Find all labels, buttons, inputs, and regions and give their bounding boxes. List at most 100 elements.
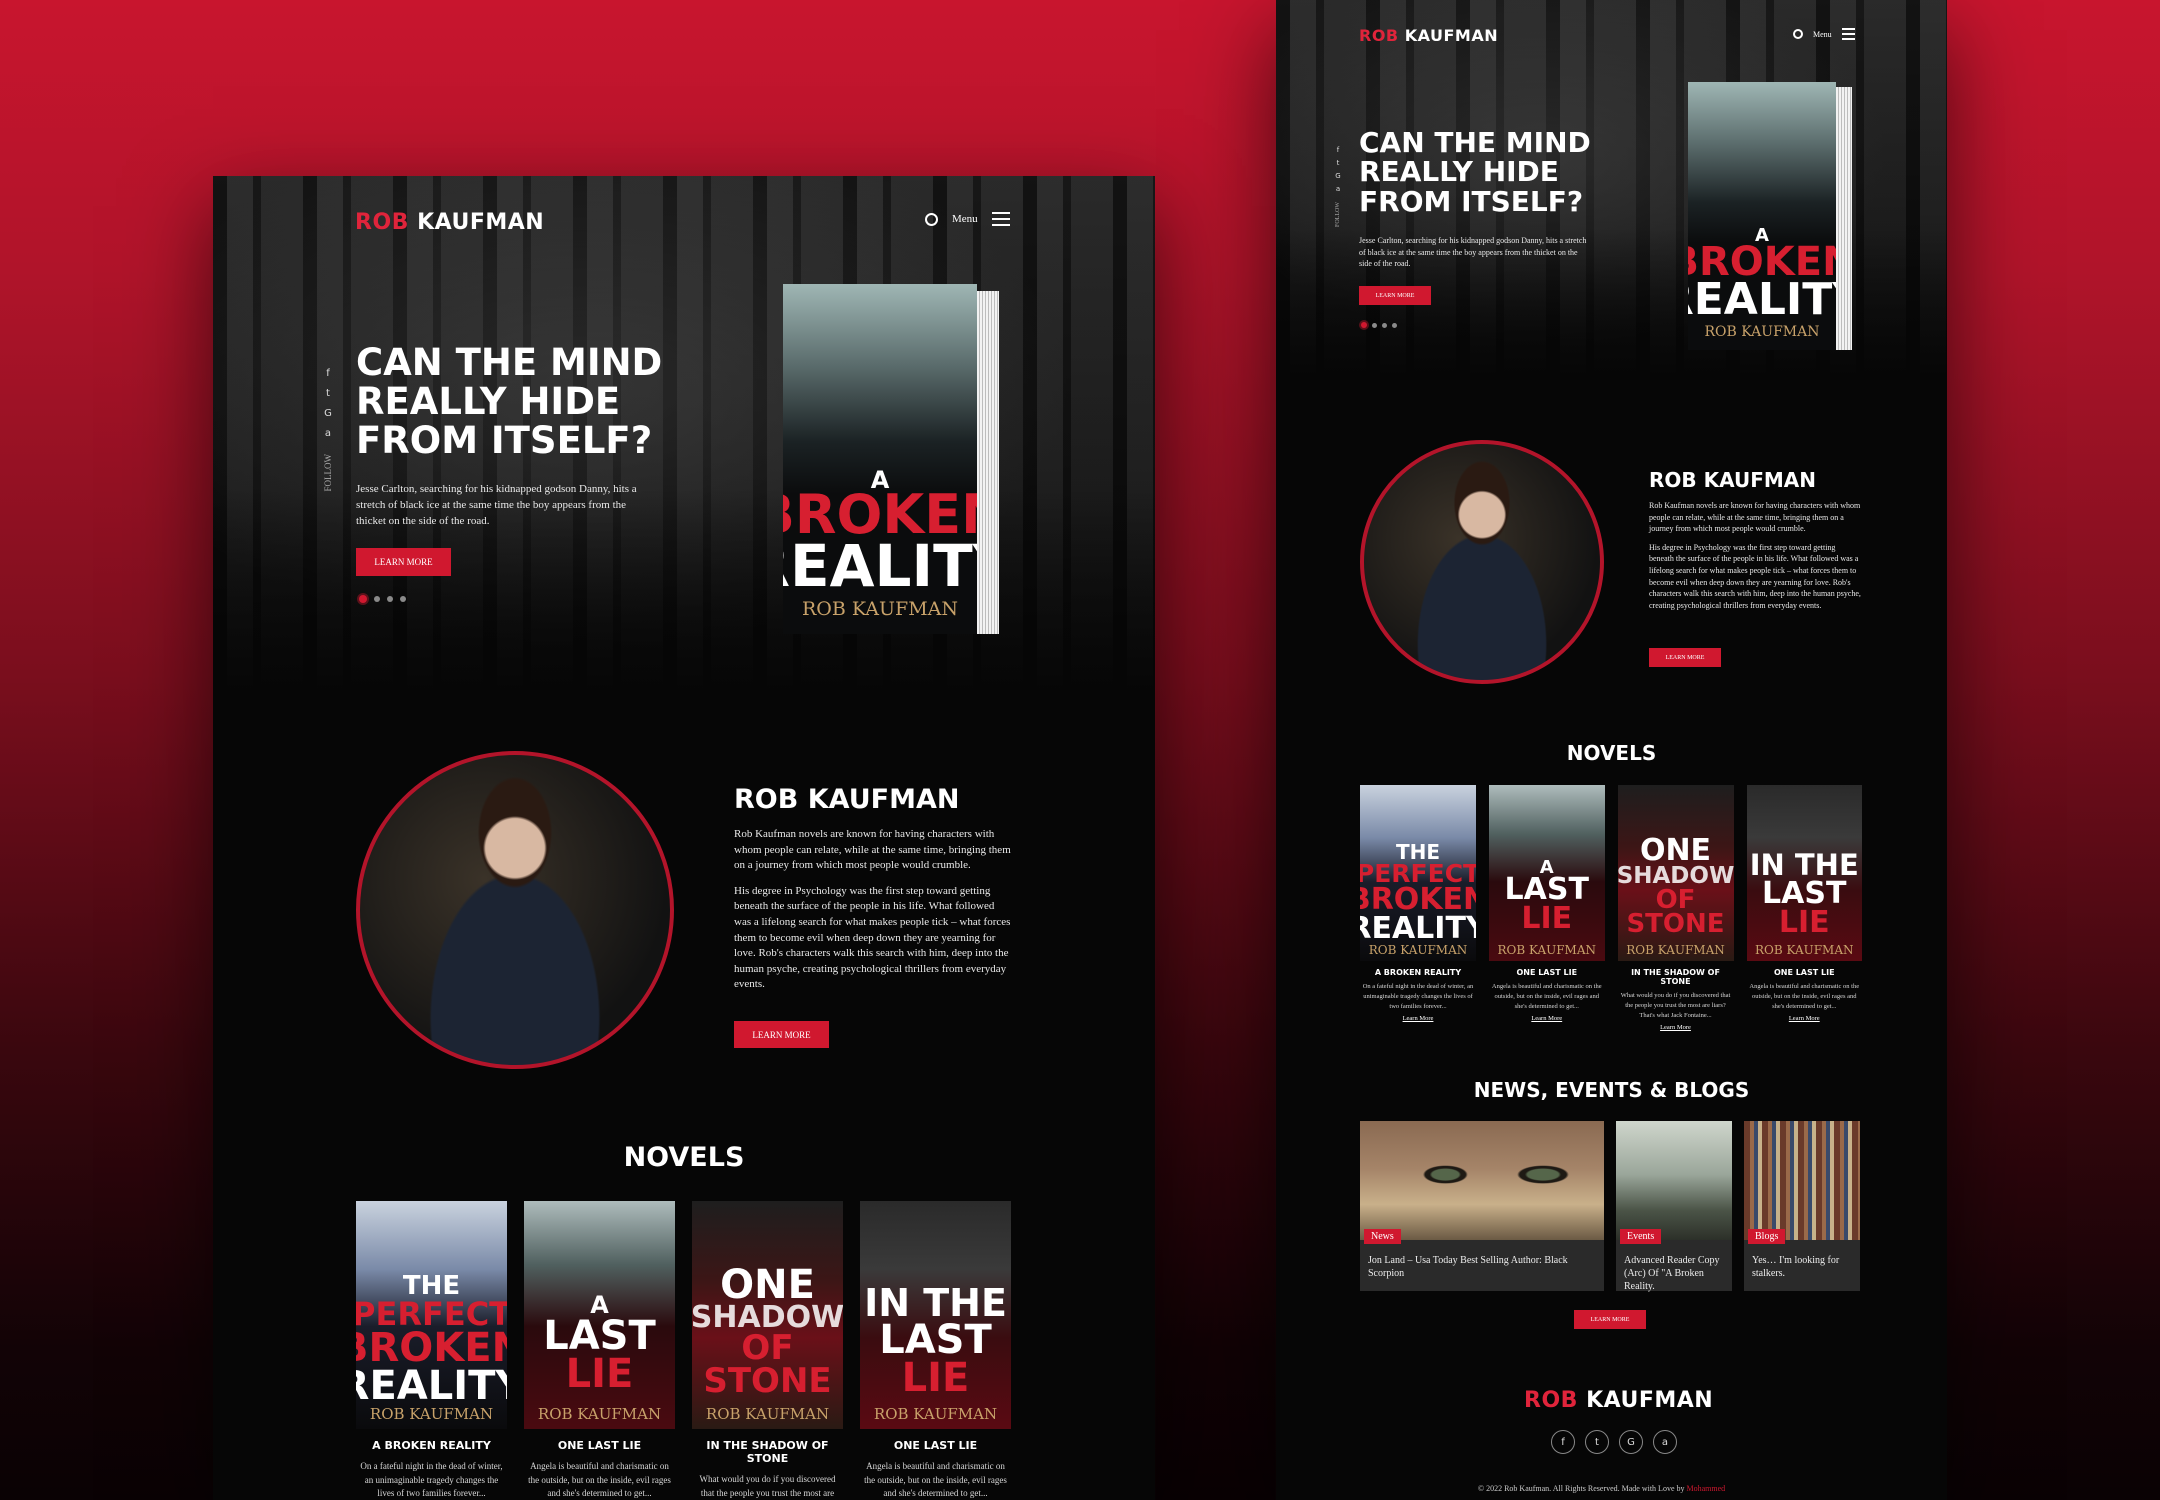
novel-card[interactable]: IN THE LAST LIE ROB KAUFMAN ONE LAST LIE… [1746, 785, 1862, 1031]
twitter-icon[interactable]: t [326, 388, 330, 399]
cover-text: OF STONE [703, 1328, 832, 1401]
news-caption: Advanced Reader Copy (Arc) Of "A Broken … [1624, 1255, 1720, 1292]
menu-label[interactable]: Menu [952, 213, 978, 225]
novel-cover: A LAST LIE ROB KAUFMAN [524, 1201, 675, 1429]
novel-card[interactable]: IN THE LAST LIE ROB KAUFMAN ONE LAST LIE… [860, 1201, 1011, 1500]
cover-text: OF STONE [1626, 884, 1725, 940]
google-icon[interactable]: G [324, 408, 332, 419]
slider-dot[interactable] [387, 596, 393, 602]
slider-dot[interactable] [359, 595, 367, 603]
facebook-icon[interactable]: f [326, 368, 330, 379]
social-follow-bar: f t G a FOLLOW [1335, 146, 1341, 227]
novel-learn-more-link[interactable]: Learn More [1789, 1015, 1820, 1022]
novel-learn-more-link[interactable]: Learn More [1660, 1024, 1691, 1031]
copyright-text: © 2022 Rob Kaufman. All Rights Reserved.… [1478, 1484, 1685, 1493]
news-caption: Yes… I'm looking for stalkers. [1752, 1255, 1840, 1279]
novel-learn-more-link[interactable]: Learn More [1403, 1015, 1434, 1022]
novel-title: ONE LAST LIE [893, 1439, 978, 1452]
book-line-3: REALITY [1688, 274, 1836, 326]
news-card[interactable]: Blogs Yes… I'm looking for stalkers. [1744, 1121, 1860, 1291]
slider-dot[interactable] [1361, 322, 1367, 328]
novel-card[interactable]: ONE SHADOW OF STONE ROB KAUFMAN IN THE S… [1617, 785, 1734, 1031]
slider-dot[interactable] [1392, 322, 1397, 328]
facebook-icon[interactable]: f [1337, 146, 1339, 154]
logo-last: KAUFMAN [417, 210, 545, 235]
desktop-mockup: ROB KAUFMAN Menu f t G a FOLLOW CAN THE … [213, 176, 1155, 1500]
google-icon[interactable]: G [1619, 1430, 1643, 1454]
site-logo[interactable]: ROB KAUFMAN [1359, 26, 1498, 45]
novel-cover: THE PERFECT BROKEN REALITY ROB KAUFMAN [356, 1201, 507, 1429]
facebook-icon[interactable]: f [1551, 1430, 1575, 1454]
about-learn-more-button[interactable]: LEARN MORE [1649, 648, 1721, 667]
news-heading: NEWS, EVENTS & BLOGS [1473, 1078, 1750, 1102]
hero-lead: Jesse Carlton, searching for his kidnapp… [356, 483, 637, 527]
novel-description: Angela is beautiful and charismatic on t… [1491, 983, 1602, 1010]
twitter-icon[interactable]: t [1585, 1430, 1609, 1454]
cover-author: ROB KAUFMAN [1626, 943, 1725, 957]
social-follow-bar: f t G a FOLLOW [323, 368, 333, 492]
amazon-icon[interactable]: a [1653, 1430, 1677, 1454]
cover-text: ONE [720, 1261, 815, 1308]
site-logo[interactable]: ROB KAUFMAN [355, 210, 544, 235]
novels-grid: THE PERFECT BROKEN REALITY ROB KAUFMAN A… [356, 1201, 1011, 1500]
hero-book[interactable]: A BROKEN REALITY ROB KAUFMAN [1688, 82, 1852, 350]
novel-title: A BROKEN REALITY [1374, 968, 1462, 977]
news-card[interactable]: Events Advanced Reader Copy (Arc) Of "A … [1616, 1121, 1732, 1292]
hero-book[interactable]: A BROKEN REALITY ROB KAUFMAN [783, 284, 999, 634]
cover-text: REALITY [356, 1363, 507, 1409]
cover-text: SHADOW [1617, 862, 1734, 889]
novel-cover: IN THE LAST LIE ROB KAUFMAN [860, 1201, 1011, 1429]
news-tag[interactable]: Blogs [1748, 1229, 1786, 1244]
cover-author: ROB KAUFMAN [1497, 943, 1597, 957]
cover-author: ROB KAUFMAN [369, 1405, 494, 1423]
novel-card[interactable]: A LAST LIE ROB KAUFMAN ONE LAST LIE Ange… [524, 1201, 675, 1500]
search-icon[interactable] [1793, 29, 1803, 39]
cover-author: ROB KAUFMAN [705, 1405, 830, 1423]
news-card[interactable]: News Jon Land – Usa Today Best Selling A… [1360, 1121, 1604, 1291]
book-author: ROB KAUFMAN [801, 598, 959, 620]
novel-card[interactable]: ONE SHADOW OF STONE ROB KAUFMAN IN THE S… [692, 1201, 843, 1500]
book-pages [1836, 87, 1852, 350]
cover-author: ROB KAUFMAN [1754, 943, 1854, 957]
slider-dot[interactable] [374, 596, 380, 602]
amazon-icon[interactable]: a [1336, 185, 1340, 193]
footer-logo[interactable]: ROB KAUFMAN [1524, 1388, 1713, 1413]
novel-card[interactable]: THE PERFECT BROKEN REALITY ROB KAUFMAN A… [1360, 785, 1476, 1031]
news-learn-more-button[interactable]: LEARN MORE [1574, 1310, 1646, 1329]
novel-description: Angela is beautiful and charismatic on t… [1749, 983, 1860, 1010]
search-icon[interactable] [925, 212, 938, 226]
amazon-icon[interactable]: a [325, 428, 331, 439]
news-tag[interactable]: News [1364, 1229, 1401, 1244]
about-paragraph-1: Rob Kaufman novels are known for having … [734, 828, 1011, 872]
hero-learn-more-button[interactable]: LEARN MORE [1359, 286, 1431, 305]
slider-dot[interactable] [1372, 322, 1377, 328]
news-tag[interactable]: Events [1620, 1229, 1662, 1244]
novel-description: What would you do if you discovered that… [699, 1474, 836, 1498]
book-line-3: REALITY [783, 531, 977, 600]
news-image: News [1360, 1121, 1604, 1244]
novel-cover: IN THE LAST LIE ROB KAUFMAN [1746, 785, 1862, 961]
credit-link[interactable]: Mohammed [1687, 1484, 1726, 1493]
hamburger-menu-icon[interactable] [991, 212, 1010, 226]
about-learn-more-button[interactable]: LEARN MORE [734, 1021, 829, 1048]
novel-card[interactable]: THE PERFECT BROKEN REALITY ROB KAUFMAN A… [356, 1201, 507, 1500]
about-text: Rob Kaufman novels are known for having … [1649, 500, 1861, 621]
footer-logo-first: ROB [1524, 1388, 1578, 1413]
hamburger-menu-icon[interactable] [1841, 28, 1855, 40]
google-icon[interactable]: G [1335, 172, 1340, 180]
novel-learn-more-link[interactable]: Learn More [1531, 1015, 1562, 1022]
hero-learn-more-button[interactable]: LEARN MORE [356, 548, 451, 576]
twitter-icon[interactable]: t [1337, 159, 1340, 167]
cover-author: ROB KAUFMAN [537, 1405, 662, 1423]
hero-headline: CAN THE MIND REALLY HIDE FROM ITSELF? [1359, 126, 1591, 218]
cover-text: ONE [1639, 833, 1712, 869]
slider-dot[interactable] [400, 596, 406, 602]
menu-label[interactable]: Menu [1813, 30, 1832, 39]
news-caption: Jon Land – Usa Today Best Selling Author… [1368, 1255, 1568, 1279]
slider-dot[interactable] [1382, 322, 1387, 328]
novel-card[interactable]: A LAST LIE ROB KAUFMAN ONE LAST LIE Ange… [1489, 785, 1605, 1031]
follow-label: FOLLOW [323, 454, 333, 492]
follow-label: FOLLOW [1335, 202, 1341, 227]
hero-slider-dots [359, 595, 406, 603]
book-author: ROB KAUFMAN [1704, 324, 1820, 340]
